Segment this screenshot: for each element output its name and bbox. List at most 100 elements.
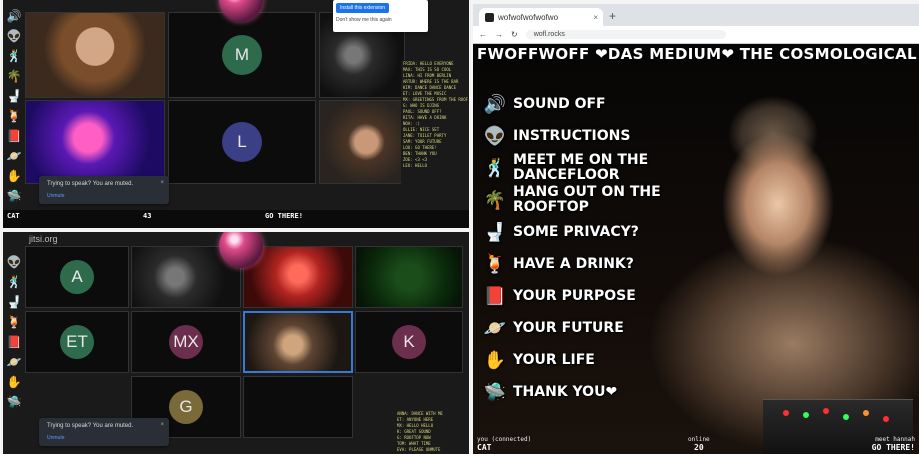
rail-icon[interactable]: 🔊 xyxy=(7,8,22,24)
go-there-button[interactable]: GO THERE! xyxy=(265,212,303,220)
muted-notification-text: Trying to speak? You are muted. xyxy=(47,423,134,429)
close-tab-icon[interactable]: × xyxy=(593,13,603,22)
avatar: M xyxy=(222,35,262,75)
rail-icon[interactable]: 🪐 xyxy=(7,148,22,164)
rail-icon[interactable]: 🛸 xyxy=(7,394,22,410)
video-call-window-top: 🔊 👽 🕺 🌴 🚽 🍹 📕 🪐 ✋ 🛸 M L FRIDA: HELLO EVE… xyxy=(3,0,469,228)
menu-item-sound-off[interactable]: 🔊 SOUND OFF xyxy=(483,88,733,120)
tab-title: wofwofwofwofwo xyxy=(498,12,559,22)
room-label: meet hannah xyxy=(875,436,915,443)
cocktail-icon: 🍹 xyxy=(483,253,507,275)
toilet-icon: 🚽 xyxy=(483,221,507,243)
menu-item-purpose[interactable]: 📕 YOUR PURPOSE xyxy=(483,280,733,312)
avatar: ET xyxy=(60,325,94,359)
rail-icon[interactable]: ✋ xyxy=(7,168,22,184)
participant-tile-empty[interactable] xyxy=(243,376,353,438)
participant-tile[interactable]: M xyxy=(168,12,316,98)
ufo-icon: 🛸 xyxy=(483,381,507,403)
muted-notification: × Trying to speak? You are muted. Unmute xyxy=(39,418,169,446)
menu-item-thank-you[interactable]: 🛸 THANK YOU❤ xyxy=(483,376,733,408)
menu-item-dancefloor[interactable]: 🕺 MEET ME ON THE DANCEFLOOR xyxy=(483,152,733,184)
chat-line: EVA: PLEASE UNMUTE xyxy=(397,447,441,452)
planet-icon: 🪐 xyxy=(483,317,507,339)
menu-item-drink[interactable]: 🍹 HAVE A DRINK? xyxy=(483,248,733,280)
status-online-count: 43 xyxy=(143,212,152,220)
side-rail: 🔊 👽 🕺 🌴 🚽 🍹 📕 🪐 ✋ 🛸 xyxy=(3,0,25,228)
participant-video[interactable] xyxy=(25,100,165,184)
menu-label: YOUR LIFE xyxy=(513,351,595,368)
url-field[interactable]: wofl.rocks xyxy=(525,30,726,39)
go-there-button[interactable]: GO THERE! xyxy=(872,443,915,452)
participant-tile[interactable]: A xyxy=(25,246,129,308)
participant-video[interactable] xyxy=(319,100,405,184)
browser-window: wofwofwofwofwo × + ← → ↻ wofl.rocks FWOF… xyxy=(473,4,919,454)
address-bar: ← → ↻ wofl.rocks xyxy=(473,26,919,44)
reload-icon[interactable]: ↻ xyxy=(511,30,518,39)
online-count: 20 xyxy=(694,443,704,452)
rail-icon[interactable]: 🚽 xyxy=(7,294,22,310)
participant-tile[interactable]: L xyxy=(168,100,316,184)
menu-label: YOUR PURPOSE xyxy=(513,287,636,304)
palm-tree-icon: 🌴 xyxy=(483,189,507,211)
rail-icon[interactable]: 👽 xyxy=(7,254,22,270)
menu-item-future[interactable]: 🪐 YOUR FUTURE xyxy=(483,312,733,344)
rail-icon[interactable]: 📕 xyxy=(7,334,22,350)
site-stage: FWOFFWOFF ❤DAS MEDIUM❤ THE COSMOLOGICAL … xyxy=(473,44,919,454)
avatar: G xyxy=(169,390,203,424)
install-extension-button[interactable]: Install this extension xyxy=(336,3,390,13)
back-arrow-icon[interactable]: ← xyxy=(479,30,487,39)
unmute-link[interactable]: Unmute xyxy=(47,193,161,199)
rail-icon[interactable]: 📕 xyxy=(7,128,22,144)
new-tab-icon[interactable]: + xyxy=(609,9,616,23)
participant-video-active-speaker[interactable] xyxy=(243,311,353,373)
close-icon[interactable]: × xyxy=(160,180,164,186)
menu-item-rooftop[interactable]: 🌴 HANG OUT ON THE ROOFTOP xyxy=(483,184,733,216)
rail-icon[interactable]: 🍹 xyxy=(7,314,22,330)
menu-label: MEET ME ON THE DANCEFLOOR xyxy=(513,152,649,183)
menu-item-instructions[interactable]: 👽 INSTRUCTIONS xyxy=(483,120,733,152)
forward-arrow-icon[interactable]: → xyxy=(495,30,503,39)
avatar: MX xyxy=(169,325,203,359)
unmute-link[interactable]: Unmute xyxy=(47,435,161,441)
rail-icon[interactable]: 🌴 xyxy=(7,68,22,84)
menu-label: THANK YOU❤ xyxy=(513,383,618,400)
menu-label: SOUND OFF xyxy=(513,95,606,112)
rail-icon[interactable]: 👽 xyxy=(7,28,22,44)
rail-icon[interactable]: 🕺 xyxy=(7,274,22,290)
marquee-title: FWOFFWOFF ❤DAS MEDIUM❤ THE COSMOLOGICAL xyxy=(477,45,917,63)
menu-item-life[interactable]: ✋ YOUR LIFE xyxy=(483,344,733,376)
chat-log: ANNA: DANCE WITH ME ET: ANYONE HERE MX: … xyxy=(395,410,469,454)
participant-tile[interactable]: MX xyxy=(131,311,241,373)
alien-icon: 👽 xyxy=(483,125,507,147)
participant-video[interactable] xyxy=(25,12,165,98)
rail-icon[interactable]: 🍹 xyxy=(7,108,22,124)
speaker-icon: 🔊 xyxy=(483,93,507,115)
chat-log: FRIDA: HELLO EVERYONE MAX: THIS IS SO CO… xyxy=(401,60,469,210)
chat-line: LEO: HELLO xyxy=(403,163,428,168)
rail-icon[interactable]: ✋ xyxy=(7,374,22,390)
rail-icon[interactable]: 🛸 xyxy=(7,188,22,204)
menu-item-privacy[interactable]: 🚽 SOME PRIVACY? xyxy=(483,216,733,248)
rail-icon[interactable]: 🚽 xyxy=(7,88,22,104)
status-bar: CAT 43 GO THERE! xyxy=(3,210,469,228)
participant-tile[interactable]: ET xyxy=(25,311,129,373)
favicon-icon xyxy=(485,12,494,22)
rail-icon[interactable]: 🕺 xyxy=(7,48,22,64)
browser-tab[interactable]: wofwofwofwofwo × xyxy=(479,8,603,26)
close-icon[interactable]: × xyxy=(160,422,164,428)
dancer-icon: 🕺 xyxy=(483,157,507,179)
muted-notification: × Trying to speak? You are muted. Unmute xyxy=(39,176,169,204)
menu-label: INSTRUCTIONS xyxy=(513,127,631,144)
video-call-window-bottom: jitsi.org 👽 🕺 🚽 🍹 📕 🪐 ✋ 🛸 A ET MX K G AN… xyxy=(3,232,469,454)
participant-video[interactable] xyxy=(355,246,463,308)
menu-label: SOME PRIVACY? xyxy=(513,223,639,240)
avatar: K xyxy=(392,325,426,359)
menu-label: HANG OUT ON THE ROOFTOP xyxy=(513,184,661,215)
rail-icon[interactable]: 🪐 xyxy=(7,354,22,370)
book-icon: 📕 xyxy=(483,285,507,307)
status-user: CAT xyxy=(477,443,492,452)
site-url: jitsi.org xyxy=(29,234,58,244)
site-status-bar: you (connected) CAT online 20 meet hanna… xyxy=(473,434,919,454)
dont-show-again-link[interactable]: Don't show me this again xyxy=(336,17,425,23)
participant-tile[interactable]: K xyxy=(355,311,463,373)
